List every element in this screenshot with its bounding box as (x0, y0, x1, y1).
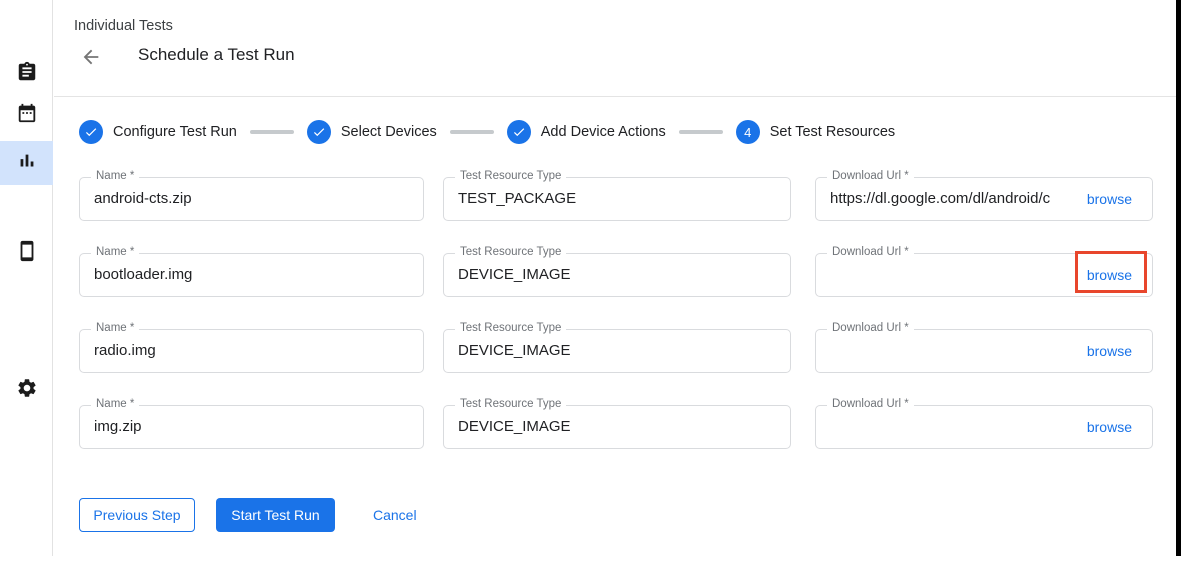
name-field[interactable]: Name * bootloader.img (79, 253, 424, 297)
cancel-button[interactable]: Cancel (373, 498, 417, 532)
step-add-device-actions[interactable]: Add Device Actions (507, 120, 666, 144)
resource-type-label: Test Resource Type (455, 322, 566, 334)
step-complete-icon (507, 120, 531, 144)
resource-row: Name * bootloader.img Test Resource Type… (79, 253, 1176, 297)
step-label: Select Devices (341, 124, 437, 140)
action-bar: Previous Step Start Test Run Cancel (79, 498, 1176, 532)
arrow-back-icon (80, 55, 102, 72)
browse-link[interactable]: browse (1087, 406, 1132, 448)
step-set-test-resources[interactable]: 4 Set Test Resources (736, 120, 895, 144)
name-field-label: Name * (91, 322, 139, 334)
resource-type-value: TEST_PACKAGE (444, 178, 790, 220)
stepper: Configure Test Run Select Devices Add De… (79, 120, 1176, 144)
step-connector (250, 130, 294, 134)
bar-chart-icon (16, 150, 38, 177)
step-label: Add Device Actions (541, 124, 666, 140)
name-field[interactable]: Name * android-cts.zip (79, 177, 424, 221)
name-field-value: radio.img (80, 330, 423, 372)
download-url-field[interactable]: Download Url * browse (815, 329, 1153, 373)
resource-type-value: DEVICE_IMAGE (444, 330, 790, 372)
resource-type-label: Test Resource Type (455, 170, 566, 182)
name-field[interactable]: Name * img.zip (79, 405, 424, 449)
step-connector (679, 130, 723, 134)
gear-icon (16, 377, 38, 404)
download-url-field[interactable]: Download Url * browse (815, 253, 1153, 297)
download-url-label: Download Url * (827, 170, 914, 182)
name-field-label: Name * (91, 246, 139, 258)
sidebar-item-settings[interactable] (0, 368, 53, 412)
screen-right-edge (1176, 0, 1181, 556)
test-resources-form: Name * android-cts.zip Test Resource Typ… (79, 177, 1176, 449)
download-url-label: Download Url * (827, 398, 914, 410)
page-header: Individual Tests Schedule a Test Run (54, 0, 1176, 97)
resource-row: Name * android-cts.zip Test Resource Typ… (79, 177, 1176, 221)
download-url-label: Download Url * (827, 322, 914, 334)
step-label: Set Test Resources (770, 124, 895, 140)
download-url-label: Download Url * (827, 246, 914, 258)
breadcrumb: Individual Tests (74, 18, 173, 34)
sidebar (0, 0, 53, 556)
back-button[interactable] (80, 46, 102, 68)
app-window: Individual Tests Schedule a Test Run Con… (0, 0, 1181, 561)
step-number-badge: 4 (736, 120, 760, 144)
name-field-value: img.zip (80, 406, 423, 448)
resource-type-field[interactable]: Test Resource Type DEVICE_IMAGE (443, 329, 791, 373)
resource-row: Name * img.zip Test Resource Type DEVICE… (79, 405, 1176, 449)
name-field-label: Name * (91, 170, 139, 182)
download-url-value: https://dl.google.com/dl/android/c (816, 178, 1076, 220)
step-select-devices[interactable]: Select Devices (307, 120, 437, 144)
browse-link[interactable]: browse (1087, 178, 1132, 220)
step-complete-icon (79, 120, 103, 144)
browse-link[interactable]: browse (1087, 330, 1132, 372)
calendar-icon (16, 102, 38, 129)
download-url-field[interactable]: Download Url * https://dl.google.com/dl/… (815, 177, 1153, 221)
resource-type-field[interactable]: Test Resource Type TEST_PACKAGE (443, 177, 791, 221)
browse-link[interactable]: browse (1087, 254, 1132, 296)
clipboard-icon (16, 61, 38, 88)
resource-type-value: DEVICE_IMAGE (444, 406, 790, 448)
resource-type-field[interactable]: Test Resource Type DEVICE_IMAGE (443, 253, 791, 297)
smartphone-icon (16, 240, 38, 267)
main-content: Individual Tests Schedule a Test Run Con… (54, 0, 1176, 561)
name-field[interactable]: Name * radio.img (79, 329, 424, 373)
step-complete-icon (307, 120, 331, 144)
sidebar-item-test-plans[interactable] (0, 93, 53, 137)
download-url-field[interactable]: Download Url * browse (815, 405, 1153, 449)
sidebar-item-devices[interactable] (0, 231, 53, 275)
step-configure-test-run[interactable]: Configure Test Run (79, 120, 237, 144)
sidebar-item-tests[interactable] (0, 52, 53, 96)
name-field-value: android-cts.zip (80, 178, 423, 220)
resource-row: Name * radio.img Test Resource Type DEVI… (79, 329, 1176, 373)
resource-type-label: Test Resource Type (455, 398, 566, 410)
page-title: Schedule a Test Run (138, 45, 295, 65)
resource-type-value: DEVICE_IMAGE (444, 254, 790, 296)
name-field-label: Name * (91, 398, 139, 410)
name-field-value: bootloader.img (80, 254, 423, 296)
resource-type-field[interactable]: Test Resource Type DEVICE_IMAGE (443, 405, 791, 449)
sidebar-item-test-runs[interactable] (0, 141, 53, 185)
step-label: Configure Test Run (113, 124, 237, 140)
resource-type-label: Test Resource Type (455, 246, 566, 258)
step-connector (450, 130, 494, 134)
start-test-run-button[interactable]: Start Test Run (216, 498, 335, 532)
previous-step-button[interactable]: Previous Step (79, 498, 195, 532)
